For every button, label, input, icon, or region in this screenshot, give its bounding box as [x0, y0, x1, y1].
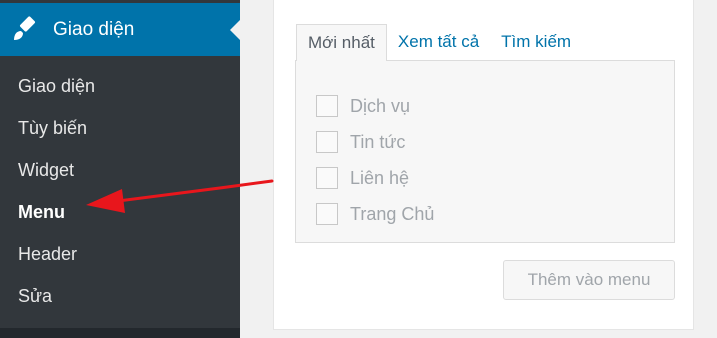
panel-tabs: Mới nhất Xem tất cả Tìm kiếm: [296, 24, 582, 61]
list-item: Liên hệ: [316, 160, 434, 196]
tab-most-recent[interactable]: Mới nhất: [296, 24, 387, 61]
page-label: Liên hệ: [350, 167, 410, 188]
page-checkbox[interactable]: [316, 131, 338, 153]
submenu-item-customize[interactable]: Tùy biến: [0, 107, 240, 149]
page-checkbox[interactable]: [316, 167, 338, 189]
submenu-item-widgets[interactable]: Widget: [0, 149, 240, 191]
admin-sidebar: Giao diện Giao diện Tùy biến Widget Menu…: [0, 0, 240, 338]
appearance-submenu: Giao diện Tùy biến Widget Menu Header Sử…: [0, 65, 240, 317]
page-checkbox[interactable]: [316, 95, 338, 117]
submenu-item-header[interactable]: Header: [0, 233, 240, 275]
list-item: Trang Chủ: [316, 196, 434, 232]
add-to-menu-button[interactable]: Thêm vào menu: [503, 260, 675, 300]
page-checklist: Dịch vụ Tin tức Liên hệ Trang Chủ: [316, 88, 434, 232]
paintbrush-icon: [12, 16, 38, 42]
tab-view-all[interactable]: Xem tất cả: [387, 24, 490, 61]
page-checkbox[interactable]: [316, 203, 338, 225]
appearance-label: Giao diện: [53, 19, 135, 40]
sidebar-next-section: [0, 328, 240, 338]
page-label: Dịch vụ: [350, 95, 411, 116]
list-item: Dịch vụ: [316, 88, 434, 124]
page-label: Trang Chủ: [350, 203, 435, 224]
page-label: Tin tức: [350, 131, 406, 152]
current-menu-pointer: [230, 20, 240, 40]
submenu-item-themes[interactable]: Giao diện: [0, 65, 240, 107]
submenu-item-editor[interactable]: Sửa: [0, 275, 240, 317]
submenu-item-menus[interactable]: Menu: [0, 191, 240, 233]
tab-panel: Dịch vụ Tin tức Liên hệ Trang Chủ: [295, 60, 675, 243]
menu-item-appearance[interactable]: Giao diện: [0, 3, 240, 56]
list-item: Tin tức: [316, 124, 434, 160]
tab-search[interactable]: Tìm kiếm: [490, 24, 582, 61]
pages-accordion-panel: Mới nhất Xem tất cả Tìm kiếm Dịch vụ Tin t…: [273, 0, 694, 330]
